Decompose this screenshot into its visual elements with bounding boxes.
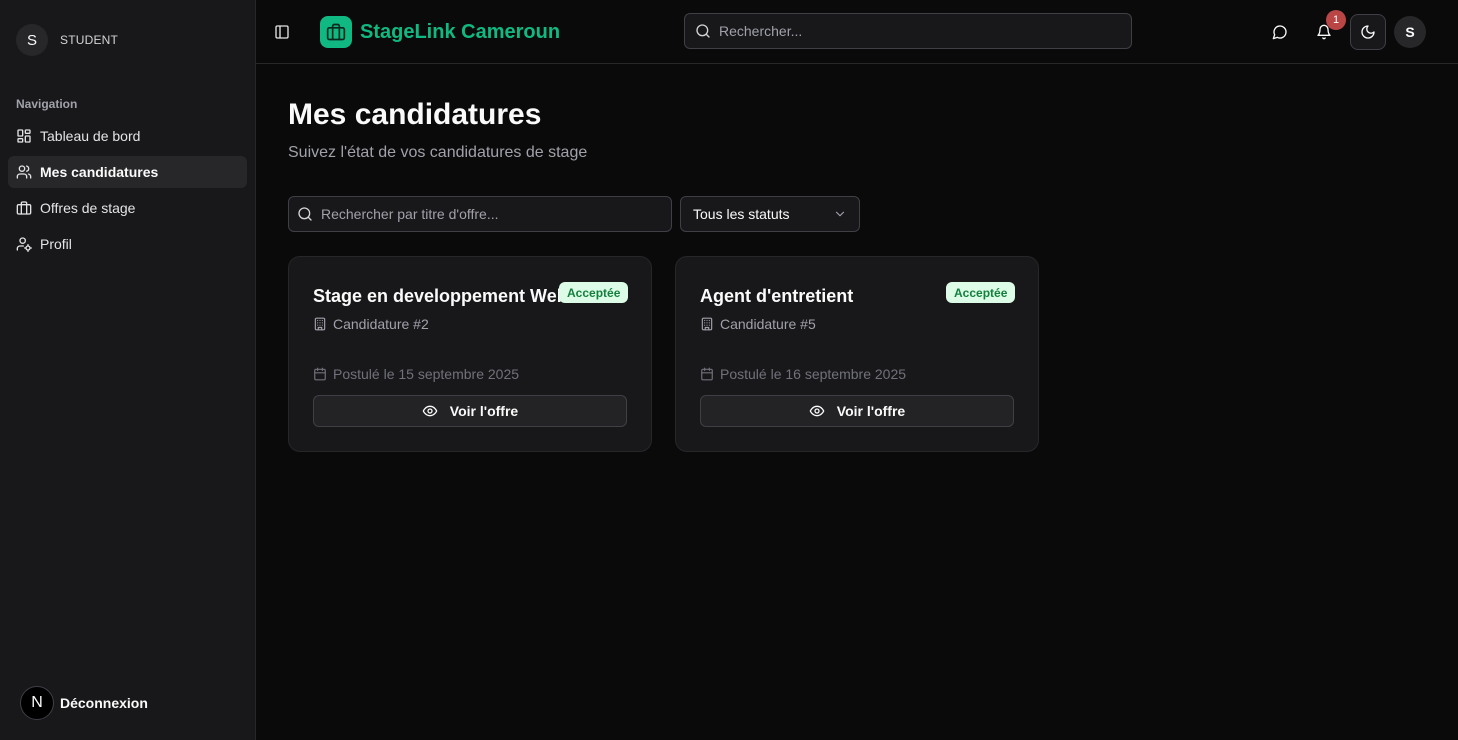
sidebar-item-dashboard[interactable]: Tableau de bord [8, 120, 247, 152]
briefcase-icon [320, 16, 352, 48]
sidebar-item-label: Offres de stage [40, 200, 136, 216]
sidebar-toggle-icon[interactable] [274, 24, 290, 40]
card-applied-date: Postulé le 15 septembre 2025 [313, 366, 519, 382]
sidebar-nav: Tableau de bord Mes candidatures Offres … [8, 120, 247, 264]
card-applied-text: Postulé le 15 septembre 2025 [333, 366, 520, 382]
theme-toggle-button[interactable] [1350, 14, 1386, 50]
offer-search-input[interactable] [321, 206, 658, 222]
page-subtitle: Suivez l'état de vos candidatures de sta… [288, 144, 588, 161]
sidebar: S STUDENT Navigation Tableau de bord Mes… [0, 0, 256, 740]
users-icon [16, 165, 32, 179]
card-reference: Candidature #2 [313, 316, 429, 332]
page-title: Mes candidatures [288, 98, 542, 131]
sidebar-item-offers[interactable]: Offres de stage [8, 192, 247, 224]
moon-icon [1361, 25, 1375, 39]
notification-count: 1 [1326, 10, 1346, 30]
calendar-icon [314, 367, 326, 381]
search-icon [298, 207, 312, 221]
top-header: StageLink Cameroun 1 S [256, 0, 1458, 64]
search-icon [696, 24, 710, 38]
eye-icon [809, 405, 825, 417]
user-avatar[interactable]: S [16, 24, 48, 56]
card-reference: Candidature #5 [700, 316, 816, 332]
status-filter-value: Tous les statuts [693, 206, 790, 222]
card-applied-date: Postulé le 16 septembre 2025 [700, 366, 906, 382]
view-offer-button[interactable]: Voir l'offre [700, 395, 1014, 427]
sidebar-item-applications[interactable]: Mes candidatures [8, 156, 247, 188]
avatar[interactable]: S [1394, 16, 1426, 48]
sidebar-user: S STUDENT [16, 24, 118, 56]
sidebar-item-label: Profil [40, 236, 72, 252]
brand[interactable]: StageLink Cameroun [320, 16, 560, 48]
building-icon [314, 317, 326, 331]
card-reference-text: Candidature #2 [333, 316, 429, 332]
building-icon [701, 317, 713, 331]
nav-heading: Navigation [16, 97, 78, 111]
sidebar-item-profile[interactable]: Profil [8, 228, 247, 260]
card-title: Agent d'entretient [700, 286, 854, 306]
message-icon[interactable] [1272, 24, 1288, 40]
user-role: STUDENT [60, 33, 119, 47]
briefcase-icon [16, 201, 32, 215]
card-applied-text: Postulé le 16 septembre 2025 [720, 366, 907, 382]
view-offer-label: Voir l'offre [449, 403, 519, 419]
global-search[interactable] [684, 13, 1132, 49]
view-offer-label: Voir l'offre [836, 403, 906, 419]
chevron-down-icon [835, 211, 845, 217]
status-badge: Acceptée [559, 282, 629, 303]
sidebar-item-label: Mes candidatures [40, 164, 159, 180]
status-filter-select[interactable]: Tous les statuts [680, 196, 860, 232]
card-title: Stage en developpement Web [313, 286, 568, 306]
logout-label: Déconnexion [60, 695, 148, 711]
status-badge: Acceptée [946, 282, 1016, 303]
application-card: Stage en developpement Web Acceptée Cand… [288, 256, 652, 452]
global-search-input[interactable] [719, 23, 1112, 39]
brand-name: StageLink Cameroun [360, 20, 561, 43]
logout-button[interactable]: N Déconnexion [20, 686, 148, 720]
offer-search[interactable] [288, 196, 672, 232]
sidebar-item-label: Tableau de bord [40, 128, 141, 144]
card-reference-text: Candidature #5 [720, 316, 816, 332]
eye-icon [422, 405, 438, 417]
logout-badge: N [20, 686, 54, 720]
calendar-icon [701, 367, 713, 381]
view-offer-button[interactable]: Voir l'offre [313, 395, 627, 427]
application-card: Agent d'entretient Acceptée Candidature … [675, 256, 1039, 452]
user-cog-icon [16, 237, 32, 252]
dashboard-icon [17, 129, 31, 143]
